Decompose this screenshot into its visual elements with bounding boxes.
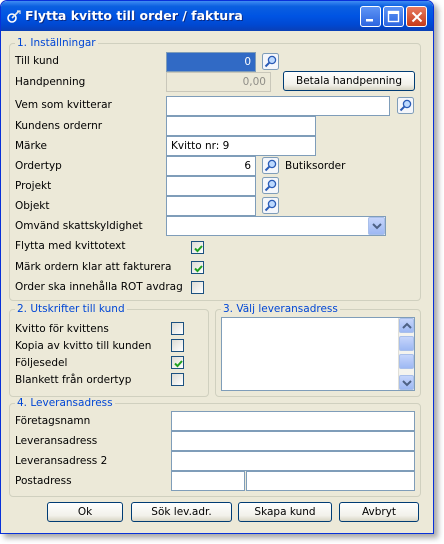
scroll-up-button[interactable] (399, 318, 414, 333)
flytta-kvittotext-label: Flytta med kvittotext (15, 240, 126, 252)
postadress-label: Postadress (15, 475, 72, 487)
title-bar[interactable]: Flytta kvitto till order / faktura (1, 1, 433, 31)
app-icon (7, 10, 21, 23)
scroll-down-button[interactable] (399, 375, 414, 390)
foretagsnamn-input[interactable] (171, 411, 415, 431)
leveransadress-label: Leveransadress (15, 435, 98, 447)
kopia-kvitto-checkbox[interactable] (171, 339, 184, 352)
foljesedel-checkbox[interactable] (171, 356, 184, 369)
sok-lev-adr-button[interactable]: Sök lev.adr. (131, 502, 232, 522)
ok-button[interactable]: Ok (47, 502, 123, 522)
projekt-label: Projekt (15, 180, 52, 192)
mark-ordern-label: Märk ordern klar att fakturera (15, 261, 172, 273)
omvand-dropdown-button[interactable] (368, 217, 385, 235)
vem-som-kvitterar-input[interactable] (166, 96, 390, 116)
leveransadress-list[interactable] (221, 317, 415, 391)
ordertyp-input[interactable]: 6 (166, 156, 256, 176)
print-item-label: Kvitto för kvittens (15, 323, 109, 335)
till-kund-label: Till kund (15, 55, 59, 67)
scroll-track-block[interactable] (399, 336, 414, 351)
till-kund-search-icon[interactable] (262, 53, 279, 70)
objekt-input[interactable] (166, 196, 256, 216)
minimize-button[interactable] (360, 6, 381, 27)
checkmark-icon (194, 245, 203, 253)
legend-leveransadress: 4. Leveransadress (15, 397, 115, 409)
window-title: Flytta kvitto till order / faktura (25, 8, 243, 23)
print-item-label: Följesedel (15, 357, 68, 369)
scroll-track-block[interactable] (399, 354, 414, 369)
avbryt-button[interactable]: Avbryt (339, 502, 419, 522)
omvand-skattskyldighet-label: Omvänd skattskyldighet (15, 220, 143, 232)
close-icon (411, 11, 423, 23)
minimize-icon (366, 19, 373, 22)
chevron-down-icon (402, 380, 412, 387)
kundens-ordernr-input[interactable] (166, 116, 316, 136)
checkmark-icon (194, 265, 203, 273)
legend-utskrifter: 2. Utskrifter till kund (15, 303, 127, 315)
postort-input[interactable] (246, 471, 415, 491)
objekt-search-icon[interactable] (262, 197, 279, 214)
objekt-label: Objekt (15, 200, 50, 212)
postnummer-input[interactable] (171, 471, 245, 491)
leveransadress2-input[interactable] (171, 451, 415, 471)
betala-handpenning-button[interactable]: Betala handpenning (283, 71, 415, 91)
projekt-input[interactable] (166, 176, 256, 196)
projekt-search-icon[interactable] (262, 177, 279, 194)
skapa-kund-button[interactable]: Skapa kund (238, 502, 332, 522)
rot-avdrag-label: Order ska innehålla ROT avdrag (15, 281, 183, 293)
leveransadress-scrollbar[interactable] (398, 318, 414, 390)
checkmark-icon (174, 360, 183, 368)
legend-valj-leveransadress: 3. Välj leveransadress (221, 303, 340, 315)
ordertyp-description: Butiksorder (285, 160, 346, 172)
handpenning-input: 0,00 (166, 72, 271, 92)
print-item-label: Kopia av kvitto till kunden (15, 340, 152, 352)
leveransadress2-label: Leveransadress 2 (15, 455, 108, 467)
till-kund-input[interactable]: 0 (166, 52, 256, 72)
close-button[interactable] (406, 6, 427, 27)
blankett-checkbox[interactable] (171, 373, 184, 386)
kvitto-kvittens-checkbox[interactable] (171, 322, 184, 335)
dialog-client: 1. Inställningar Till kund 0 Handpenning… (5, 31, 431, 531)
omvand-skattskyldighet-select[interactable] (166, 216, 386, 236)
chevron-down-icon (372, 223, 382, 230)
handpenning-label: Handpenning (15, 76, 86, 88)
foretagsnamn-label: Företagsnamn (15, 415, 91, 427)
ordertyp-search-icon[interactable] (262, 157, 279, 174)
dialog-window: Flytta kvitto till order / faktura 1. In… (0, 0, 434, 534)
kundens-ordernr-label: Kundens ordernr (15, 120, 103, 132)
rot-avdrag-checkbox[interactable] (191, 281, 204, 294)
print-item-label: Blankett från ordertyp (15, 374, 132, 386)
maximize-button[interactable] (383, 6, 404, 27)
legend-installningar: 1. Inställningar (15, 37, 98, 49)
mark-ordern-checkbox[interactable] (191, 261, 204, 274)
marke-label: Märke (15, 140, 47, 152)
maximize-icon (387, 10, 400, 23)
chevron-up-icon (402, 322, 412, 329)
marke-input[interactable]: Kvitto nr: 9 (166, 136, 316, 156)
vem-som-kvitterar-label: Vem som kvitterar (15, 99, 112, 111)
flytta-kvittotext-checkbox[interactable] (191, 241, 204, 254)
leveransadress-input[interactable] (171, 431, 415, 451)
vem-som-kvitterar-search-icon[interactable] (397, 97, 414, 114)
ordertyp-label: Ordertyp (15, 160, 62, 172)
